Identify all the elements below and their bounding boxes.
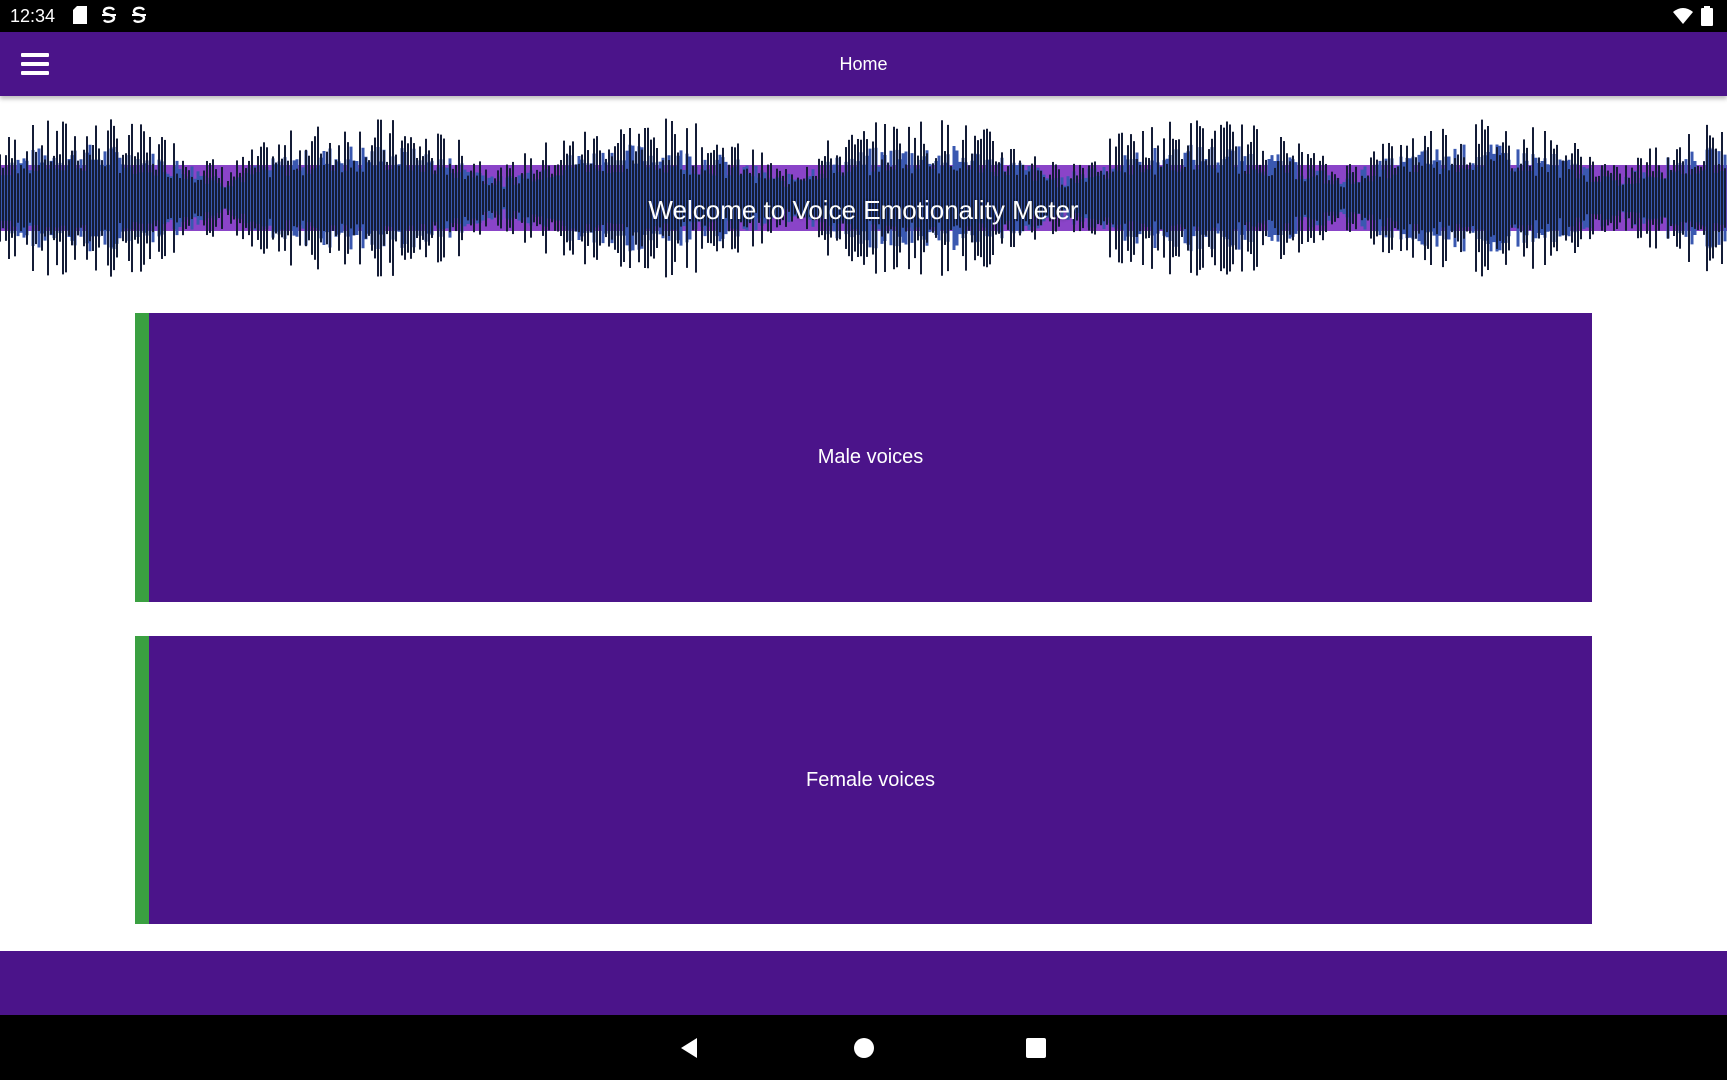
welcome-banner: Welcome to Voice Emotionality Meter (0, 112, 1727, 284)
status-time: 12:34 (10, 5, 56, 26)
back-triangle-icon[interactable] (675, 1033, 705, 1063)
navigation-bar (0, 1015, 1727, 1080)
sync-icon (101, 6, 117, 27)
male-voices-button[interactable]: Male voices (135, 313, 1592, 602)
sd-card-icon (73, 5, 88, 27)
female-voices-button[interactable]: Female voices (135, 636, 1592, 924)
page-title: Home (839, 54, 888, 74)
home-circle-icon[interactable] (849, 1033, 879, 1063)
wifi-icon (1673, 7, 1693, 30)
female-voices-label: Female voices (806, 768, 935, 791)
bottom-bar (0, 951, 1727, 1015)
welcome-text: Welcome to Voice Emotionality Meter (648, 195, 1079, 225)
status-right-icons (1673, 6, 1713, 31)
status-bar: 12:34 (0, 0, 1727, 32)
sync-icon (131, 6, 147, 27)
battery-icon (1701, 6, 1713, 31)
recents-square-icon[interactable] (1021, 1033, 1051, 1063)
app-bar: Home (0, 32, 1727, 96)
male-voices-label: Male voices (817, 446, 924, 468)
